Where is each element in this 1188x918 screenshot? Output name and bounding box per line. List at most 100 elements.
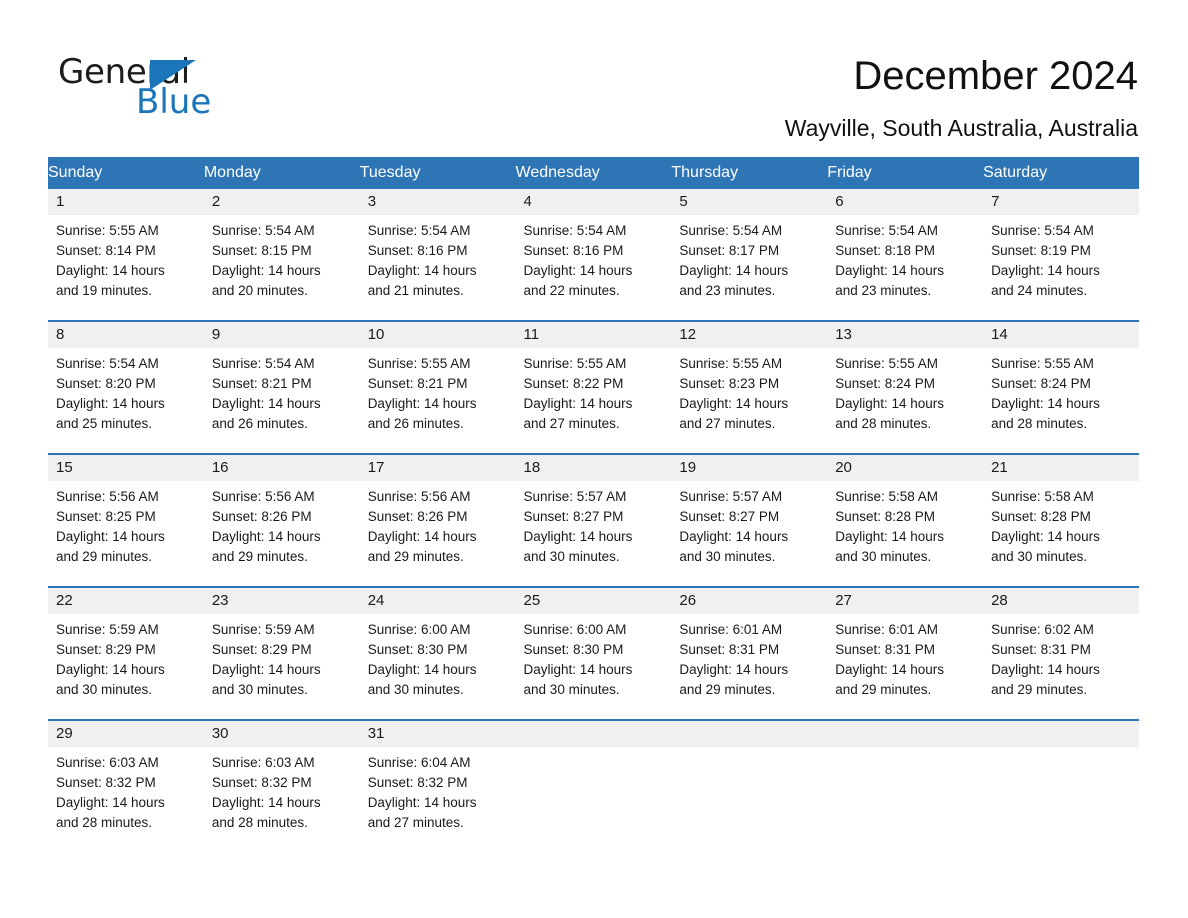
day-cell[interactable]: 1 Sunrise: 5:55 AM Sunset: 8:14 PM Daylight… [48, 189, 204, 321]
daylight-text-line1: Daylight: 14 hours [679, 263, 789, 278]
sunset-text: Sunset: 8:23 PM [679, 376, 780, 391]
sunrise-text: Sunrise: 6:01 AM [679, 622, 783, 637]
daylight-text-line2: and 26 minutes. [211, 416, 308, 431]
daylight-text-line1: Daylight: 14 hours [56, 529, 165, 544]
day-number: 1 [48, 189, 204, 215]
sunrise-text: Sunrise: 5:54 AM [56, 356, 159, 371]
sunset-text: Sunset: 8:24 PM [991, 376, 1091, 391]
day-cell[interactable]: 14 Sunrise: 5:55 AM Sunset: 8:24 PM Dayligh… [983, 320, 1139, 454]
weekday-header-tuesday: Tuesday [359, 157, 516, 189]
day-number: 2 [203, 189, 360, 215]
page-title: December 2024 [853, 54, 1138, 98]
day-cell[interactable]: 15 Sunrise: 5:56 AM Sunset: 8:25 PM Dayligh… [48, 453, 204, 587]
daylight-text-line2: and 19 minutes. [56, 283, 153, 298]
day-cell[interactable]: 24 Sunrise: 6:00 AM Sunset: 8:30 PM Dayligh… [359, 586, 516, 720]
day-cell[interactable]: 16 Sunrise: 5:56 AM Sunset: 8:26 PM Dayligh… [203, 453, 360, 587]
day-cell[interactable]: 9 Sunrise: 5:54 AM Sunset: 8:21 PM Daylight… [203, 320, 360, 454]
day-cell[interactable]: 30 Sunrise: 6:03 AM Sunset: 8:32 PM Dayligh… [203, 719, 360, 852]
day-number: 20 [827, 455, 984, 481]
day-cell[interactable]: 20 Sunrise: 5:58 AM Sunset: 8:28 PM Dayligh… [827, 453, 984, 587]
daylight-text-line1: Daylight: 14 hours [835, 662, 945, 677]
sunset-text: Sunset: 8:29 PM [56, 642, 156, 657]
day-cell[interactable]: 25 Sunrise: 6:00 AM Sunset: 8:30 PM Dayligh… [515, 586, 672, 720]
day-details: Sunrise: 6:00 AM Sunset: 8:30 PM Daylight:… [360, 614, 516, 719]
day-cell[interactable]: 19 Sunrise: 5:57 AM Sunset: 8:27 PM Dayligh… [671, 453, 828, 587]
day-cell[interactable]: 8 Sunrise: 5:54 AM Sunset: 8:20 PM Daylight… [48, 320, 204, 454]
day-number: 18 [515, 455, 672, 481]
daylight-text-line2: and 30 minutes. [835, 549, 932, 564]
sunrise-text: Sunrise: 5:54 AM [835, 223, 939, 238]
day-number: 5 [671, 189, 828, 215]
sunset-text: Sunset: 8:30 PM [367, 642, 468, 657]
day-number: 12 [671, 322, 828, 348]
day-details: Sunrise: 6:01 AM Sunset: 8:31 PM Daylight:… [827, 614, 983, 719]
day-number: 14 [983, 322, 1139, 348]
sunrise-text: Sunrise: 5:58 AM [835, 489, 939, 504]
day-cell[interactable]: 7 Sunrise: 5:54 AM Sunset: 8:19 PM Daylight… [983, 189, 1139, 321]
day-details: Sunrise: 5:55 AM Sunset: 8:24 PM Daylight:… [983, 348, 1139, 453]
sunrise-text: Sunrise: 5:56 AM [367, 489, 471, 504]
day-number: 24 [359, 588, 516, 614]
day-cell[interactable]: 27 Sunrise: 6:01 AM Sunset: 8:31 PM Dayligh… [827, 586, 984, 720]
day-cell[interactable]: 2 Sunrise: 5:54 AM Sunset: 8:15 PM Daylight… [203, 189, 360, 321]
sunrise-text: Sunrise: 5:55 AM [991, 356, 1094, 371]
day-number: 6 [827, 189, 984, 215]
day-number: 4 [515, 189, 672, 215]
day-cell[interactable]: 4 Sunrise: 5:54 AM Sunset: 8:16 PM Daylight… [515, 189, 672, 321]
sunset-text: Sunset: 8:18 PM [835, 243, 936, 258]
daylight-text-line2: and 29 minutes. [991, 682, 1088, 697]
daylight-text-line1: Daylight: 14 hours [523, 662, 633, 677]
day-cell[interactable]: 22 Sunrise: 5:59 AM Sunset: 8:29 PM Dayligh… [48, 586, 204, 720]
sunset-text: Sunset: 8:17 PM [679, 243, 780, 258]
daylight-text-line2: and 27 minutes. [367, 815, 464, 830]
daylight-text-line1: Daylight: 14 hours [835, 529, 945, 544]
day-cell[interactable]: 23 Sunrise: 5:59 AM Sunset: 8:29 PM Dayligh… [203, 586, 360, 720]
day-cell[interactable]: 28 Sunrise: 6:02 AM Sunset: 8:31 PM Dayligh… [983, 586, 1139, 720]
day-number: 7 [983, 189, 1139, 215]
calendar-body: 1 Sunrise: 5:55 AM Sunset: 8:14 PM Daylight… [48, 189, 1139, 852]
calendar-week-row: 15 Sunrise: 5:56 AM Sunset: 8:25 PM Dayligh… [48, 453, 1139, 587]
daylight-text-line1: Daylight: 14 hours [991, 662, 1100, 677]
sunset-text: Sunset: 8:29 PM [211, 642, 312, 657]
day-cell[interactable]: 26 Sunrise: 6:01 AM Sunset: 8:31 PM Dayligh… [671, 586, 828, 720]
sunset-text: Sunset: 8:31 PM [679, 642, 780, 657]
daylight-text-line2: and 29 minutes. [56, 549, 153, 564]
sunrise-text: Sunrise: 5:56 AM [56, 489, 159, 504]
day-number: 17 [359, 455, 516, 481]
day-details: Sunrise: 5:54 AM Sunset: 8:18 PM Daylight:… [827, 215, 983, 320]
day-number: 29 [48, 721, 204, 747]
day-cell[interactable]: 21 Sunrise: 5:58 AM Sunset: 8:28 PM Dayligh… [983, 453, 1139, 587]
day-number: 9 [203, 322, 360, 348]
day-cell[interactable]: 18 Sunrise: 5:57 AM Sunset: 8:27 PM Dayligh… [515, 453, 672, 587]
daylight-text-line1: Daylight: 14 hours [367, 529, 477, 544]
sunrise-text: Sunrise: 5:55 AM [835, 356, 939, 371]
daylight-text-line1: Daylight: 14 hours [523, 396, 633, 411]
daylight-text-line1: Daylight: 14 hours [679, 662, 789, 677]
daylight-text-line1: Daylight: 14 hours [991, 263, 1100, 278]
sunset-text: Sunset: 8:16 PM [523, 243, 624, 258]
weekday-header-friday: Friday [827, 157, 984, 189]
day-details: Sunrise: 5:54 AM Sunset: 8:15 PM Daylight:… [204, 215, 360, 320]
day-number: 10 [359, 322, 516, 348]
day-cell-empty [515, 719, 672, 852]
day-cell[interactable]: 29 Sunrise: 6:03 AM Sunset: 8:32 PM Dayligh… [48, 719, 204, 852]
day-cell[interactable]: 12 Sunrise: 5:55 AM Sunset: 8:23 PM Dayligh… [671, 320, 828, 454]
daylight-text-line1: Daylight: 14 hours [367, 795, 477, 810]
daylight-text-line1: Daylight: 14 hours [56, 263, 165, 278]
daylight-text-line2: and 30 minutes. [56, 682, 153, 697]
daylight-text-line2: and 26 minutes. [367, 416, 464, 431]
day-cell[interactable]: 10 Sunrise: 5:55 AM Sunset: 8:21 PM Dayligh… [359, 320, 516, 454]
day-cell[interactable]: 31 Sunrise: 6:04 AM Sunset: 8:32 PM Dayligh… [359, 719, 516, 852]
daylight-text-line2: and 25 minutes. [56, 416, 153, 431]
day-cell[interactable]: 3 Sunrise: 5:54 AM Sunset: 8:16 PM Daylight… [359, 189, 516, 321]
day-cell[interactable]: 11 Sunrise: 5:55 AM Sunset: 8:22 PM Dayligh… [515, 320, 672, 454]
weekday-header-saturday: Saturday [983, 157, 1139, 189]
day-cell[interactable]: 13 Sunrise: 5:55 AM Sunset: 8:24 PM Dayligh… [827, 320, 984, 454]
day-cell[interactable]: 6 Sunrise: 5:54 AM Sunset: 8:18 PM Daylight… [827, 189, 984, 321]
daylight-text-line2: and 30 minutes. [523, 549, 620, 564]
day-cell[interactable]: 17 Sunrise: 5:56 AM Sunset: 8:26 PM Dayligh… [359, 453, 516, 587]
day-details: Sunrise: 5:58 AM Sunset: 8:28 PM Daylight:… [983, 481, 1139, 586]
sunset-text: Sunset: 8:26 PM [211, 509, 312, 524]
sunrise-text: Sunrise: 6:04 AM [367, 755, 471, 770]
day-cell[interactable]: 5 Sunrise: 5:54 AM Sunset: 8:17 PM Daylight… [671, 189, 828, 321]
